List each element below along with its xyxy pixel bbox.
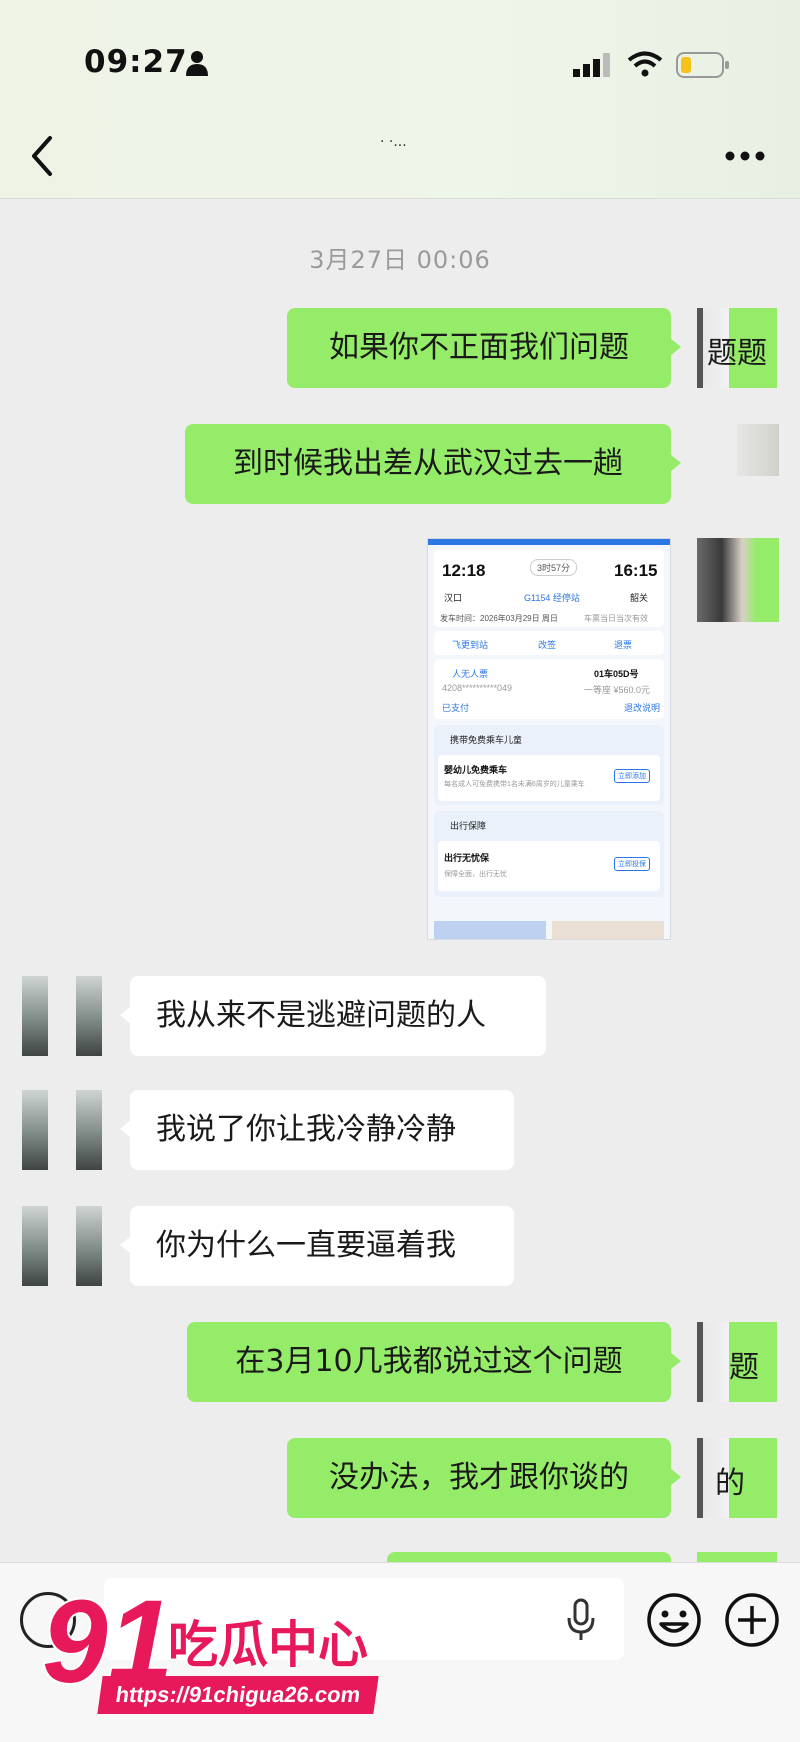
avatar-edge [697, 308, 703, 388]
shot-train-card: 12:18 3时57分 16:15 汉口 G1154 经停站 韶关 发车时间：2… [434, 549, 664, 627]
shot-bottom-tab [552, 921, 664, 939]
avatar-gap [48, 1206, 76, 1286]
more-icon[interactable] [724, 150, 766, 162]
train-no: G1154 经停站 [524, 593, 580, 603]
depart-time: 12:18 [442, 561, 486, 580]
status-time: 09:27 [84, 44, 188, 80]
emoji-icon[interactable] [646, 1592, 702, 1648]
shot-bottom-button [434, 921, 546, 939]
shot-passenger: 人无人票 01车05D号 4208**********049 一等座 ¥560.… [434, 659, 664, 719]
avatar[interactable]: 题 [697, 1322, 777, 1402]
chat-title: · ·... [380, 134, 407, 150]
avatar[interactable] [737, 424, 779, 476]
child-card: 婴幼儿免费乘车 每名成人可免费携带1名未满6周岁的儿童乘车 立即添加 [438, 755, 660, 801]
back-icon[interactable] [28, 134, 58, 178]
paid-status: 已支付 [442, 703, 470, 713]
from-station: 汉口 [444, 593, 463, 603]
seat-class: 一等座 ¥560.0元 [584, 685, 651, 695]
ticket-note: 退改说明 [624, 703, 661, 713]
action-reschedule: 改签 [538, 640, 557, 650]
avatar-fragment-text: 题 [729, 1350, 759, 1385]
avatar[interactable] [22, 976, 102, 1056]
message-bubble-outgoing[interactable]: 在3月10几我都说过这个问题 [187, 1322, 681, 1402]
message-bubble-incoming[interactable]: 你为什么一直要逼着我 [120, 1206, 514, 1286]
avatar-partial[interactable] [697, 1552, 777, 1562]
insurance-section: 出行保障 [450, 821, 487, 831]
duration: 3时57分 [530, 559, 578, 576]
shot-topbar [428, 539, 670, 545]
avatar-gap [48, 1090, 76, 1170]
insurance-card: 出行无忧保 保障全面，出行无忧 立即投保 [438, 841, 660, 891]
avatar-gap [48, 976, 76, 1056]
avatar-edge [697, 1438, 703, 1518]
message-bubble-incoming[interactable]: 我从来不是逃避问题的人 [120, 976, 546, 1056]
arrive-time: 16:15 [614, 561, 658, 580]
avatar[interactable]: 的 [697, 1438, 777, 1518]
passenger: 人无人票 [452, 669, 489, 679]
avatar[interactable] [22, 1090, 102, 1170]
mic-icon[interactable] [566, 1598, 596, 1642]
insurance-button: 立即投保 [614, 857, 650, 871]
avatar-fragment-text: 题题 [707, 336, 767, 371]
ticket-screenshot-image[interactable]: 12:18 3时57分 16:15 汉口 G1154 经停站 韶关 发车时间：2… [427, 538, 671, 940]
avatar[interactable] [22, 1206, 102, 1286]
avatar-fragment-text: 的 [715, 1466, 745, 1501]
action-refund: 退票 [614, 640, 633, 650]
avatar-edge [697, 1322, 703, 1402]
person-icon [186, 51, 208, 76]
signal-icon [573, 53, 610, 77]
message-timestamp: 3月27日 00:06 [309, 246, 491, 274]
message-bubble-outgoing[interactable]: 没办法，我才跟你谈的 [287, 1438, 681, 1518]
shot-actions: 飞更到站 改签 退票 [434, 631, 664, 655]
shot-child-section: 携带免费乘车儿童 婴幼儿免费乘车 每名成人可免费携带1名未满6周岁的儿童乘车 立… [434, 725, 664, 805]
insurance-desc: 保障全面，出行无忧 [444, 871, 507, 878]
watermark-url: https://91chigua26.com [97, 1676, 379, 1714]
plus-icon[interactable] [724, 1592, 780, 1648]
seat: 01车05D号 [594, 669, 639, 679]
chat-header [0, 0, 800, 199]
battery-icon [676, 52, 729, 78]
message-bubble-partial[interactable] [387, 1552, 671, 1562]
to-station: 韶关 [630, 593, 649, 603]
insurance-title: 出行无忧保 [444, 853, 490, 863]
date-line: 发车时间：2026年03月29日 周日 [440, 614, 558, 623]
message-bubble-outgoing[interactable]: 到时候我出差从武汉过去一趟 [185, 424, 681, 504]
svg-text:吃瓜中心: 吃瓜中心 [168, 1616, 368, 1674]
action-change-station: 飞更到站 [452, 640, 489, 650]
child-add-button: 立即添加 [614, 769, 650, 783]
avatar[interactable] [697, 538, 779, 622]
child-title: 婴幼儿免费乘车 [444, 765, 508, 775]
message-bubble-outgoing[interactable]: 如果你不正面我们问题 [287, 308, 681, 388]
message-bubble-incoming[interactable]: 我说了你让我冷静冷静 [120, 1090, 514, 1170]
child-desc: 每名成人可免费携带1名未满6周岁的儿童乘车 [444, 781, 585, 788]
avatar[interactable]: 题题 [697, 308, 777, 388]
date-note: 车票当日当次有效 [584, 614, 648, 623]
child-section: 携带免费乘车儿童 [450, 735, 523, 745]
shot-insurance-section: 出行保障 出行无忧保 保障全面，出行无忧 立即投保 [434, 811, 664, 897]
wifi-icon [627, 51, 663, 77]
id-mask: 4208**********049 [442, 683, 513, 693]
